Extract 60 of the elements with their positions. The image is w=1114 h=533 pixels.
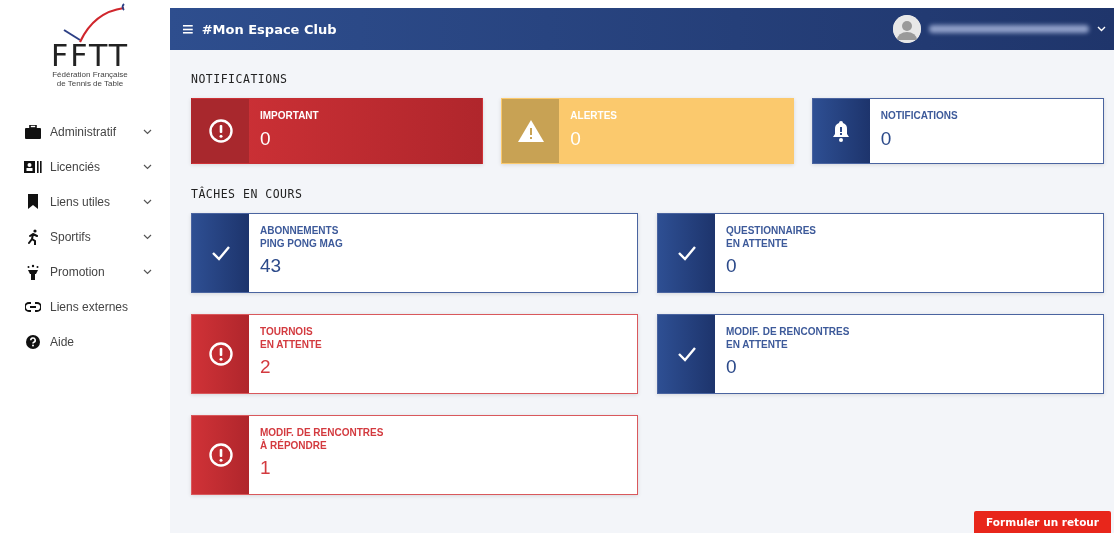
card-count: 1 bbox=[260, 457, 272, 479]
card-label: EN ATTENTE bbox=[726, 237, 789, 250]
exclamation-icon bbox=[208, 443, 233, 467]
stat-card[interactable]: MODIF. DE RENCONTRES À RÉPONDRE 1 bbox=[191, 415, 638, 495]
id-card-icon bbox=[24, 160, 42, 173]
section-heading: NOTIFICATIONS bbox=[191, 72, 289, 86]
sidebar-item[interactable]: Promotion bbox=[0, 254, 170, 289]
help-icon bbox=[26, 334, 40, 349]
feedback-button[interactable]: Formuler un retour bbox=[974, 511, 1111, 533]
sidebar-item[interactable]: Liens externes bbox=[0, 289, 170, 324]
checkmark-icon bbox=[676, 245, 697, 261]
card-label: PING PONG MAG bbox=[260, 237, 343, 250]
page-title: #Mon Espace Club bbox=[201, 21, 338, 37]
briefcase-icon bbox=[25, 124, 41, 139]
logo-subtitle: Fédération Française bbox=[52, 70, 128, 79]
stat-card[interactable]: TOURNOIS EN ATTENTE 2 bbox=[191, 314, 638, 394]
card-label: ABONNEMENTS bbox=[260, 225, 340, 238]
sidebar-item[interactable]: Licenciés bbox=[0, 149, 170, 184]
card-label: À RÉPONDRE bbox=[260, 439, 328, 452]
sidebar-item[interactable]: Sportifs bbox=[0, 219, 170, 254]
card-label: ALERTES bbox=[570, 110, 617, 123]
card-count: 0 bbox=[726, 255, 738, 277]
card-label: QUESTIONNAIRES bbox=[726, 225, 816, 238]
stat-card[interactable]: ABONNEMENTS PING PONG MAG 43 bbox=[191, 213, 638, 293]
card-label: TOURNOIS bbox=[260, 326, 314, 339]
logo-subtitle: de Tennis de Table bbox=[56, 79, 124, 88]
card-count: 43 bbox=[260, 255, 283, 277]
card-label: EN ATTENTE bbox=[260, 338, 322, 351]
sidebar-item[interactable]: Administratif bbox=[0, 114, 170, 149]
card-count: 0 bbox=[880, 127, 893, 150]
card-count: 0 bbox=[570, 127, 582, 150]
stat-card[interactable]: QUESTIONNAIRES EN ATTENTE 0 bbox=[657, 213, 1104, 293]
torch-icon bbox=[26, 263, 40, 280]
card-label: EN ATTENTE bbox=[726, 338, 789, 351]
card-label: NOTIFICATIONS bbox=[880, 110, 958, 123]
stat-card[interactable]: NOTIFICATIONS 0 bbox=[811, 98, 1104, 164]
stat-card[interactable]: IMPORTANT 0 bbox=[191, 98, 484, 164]
runner-icon bbox=[26, 228, 40, 245]
card-label: MODIF. DE RENCONTRES bbox=[260, 427, 384, 439]
exclamation-icon bbox=[208, 119, 233, 143]
sidebar-item[interactable]: Aide bbox=[0, 324, 170, 359]
exclamation-icon bbox=[208, 342, 233, 366]
card-label: IMPORTANT bbox=[260, 110, 319, 123]
bell-icon bbox=[832, 120, 851, 142]
link-icon bbox=[25, 301, 41, 312]
checkmark-icon bbox=[210, 245, 231, 261]
card-label: MODIF. DE RENCONTRES bbox=[726, 326, 850, 339]
section-heading: TÂCHES EN COURS bbox=[191, 187, 304, 201]
card-count: 2 bbox=[260, 356, 272, 378]
menu-icon[interactable]: ≡ bbox=[182, 17, 194, 41]
bookmark-icon bbox=[27, 194, 39, 209]
card-count: 0 bbox=[726, 356, 738, 378]
stat-card[interactable]: MODIF. DE RENCONTRES EN ATTENTE 0 bbox=[657, 314, 1104, 394]
avatar-icon[interactable] bbox=[893, 15, 921, 43]
card-count: 0 bbox=[260, 127, 272, 150]
chevron-down-icon[interactable] bbox=[1097, 26, 1106, 32]
sidebar-item[interactable]: Liens utiles bbox=[0, 184, 170, 219]
warning-icon bbox=[517, 120, 544, 142]
logo-wordmark: FFTT bbox=[50, 42, 130, 70]
checkmark-icon bbox=[676, 346, 697, 362]
